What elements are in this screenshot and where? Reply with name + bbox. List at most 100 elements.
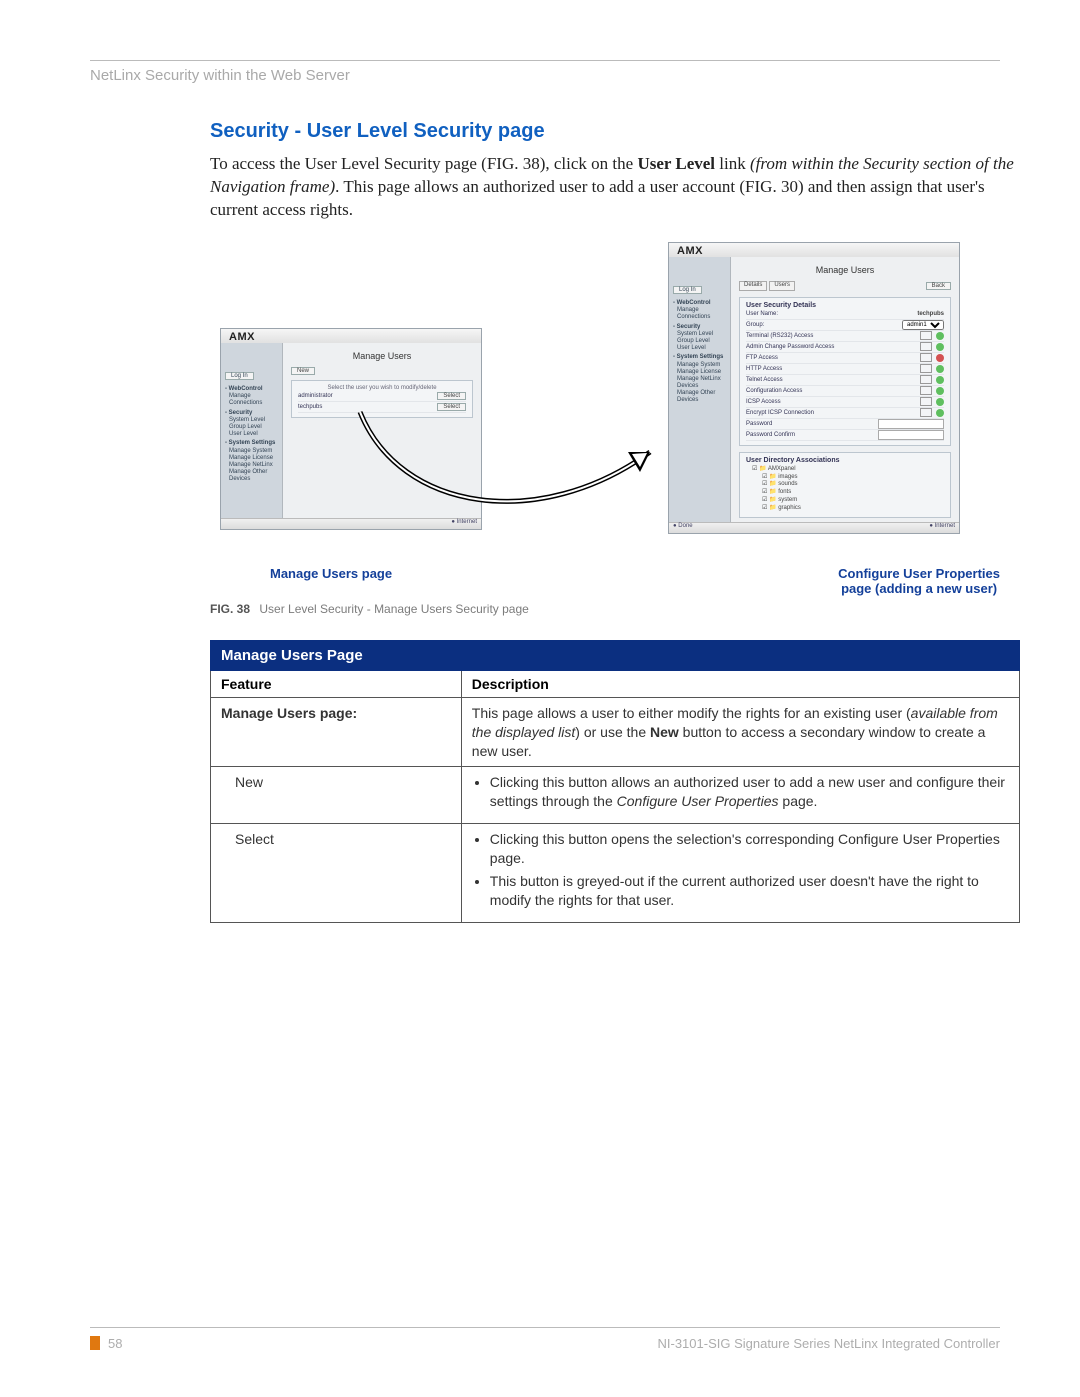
status-text: Done	[678, 523, 692, 529]
sidebar-item[interactable]: User Level	[225, 431, 278, 438]
sidebar-item[interactable]: System Level	[225, 417, 278, 424]
txt-bold: User Level	[637, 154, 715, 173]
sidebar-item[interactable]: Manage NetLinx	[225, 462, 278, 469]
sidebar-item[interactable]: Manage NetLinx Devices	[673, 376, 726, 390]
sidebar-item[interactable]: Manage Connections	[225, 393, 278, 407]
tree-item[interactable]: ☑ 📁 graphics	[752, 505, 944, 513]
sidebar-item-webcontrol[interactable]: - WebControl	[225, 386, 278, 393]
panel-heading: User Directory Associations	[746, 457, 944, 464]
table-row: Manage Users page: This page allows a us…	[211, 697, 1020, 767]
sidebar-item[interactable]: Manage Other Devices	[673, 390, 726, 404]
select-button[interactable]: Select	[437, 392, 466, 400]
nav-sidebar: Log In - WebControl Manage Connections -…	[669, 257, 731, 523]
sidebar-item[interactable]: System Level	[673, 331, 726, 338]
sidebar-item[interactable]: Group Level	[225, 424, 278, 431]
tab-details[interactable]: Details	[739, 281, 767, 291]
description-cell: Clicking this button opens the selection…	[461, 824, 1019, 923]
directory-assoc-panel: User Directory Associations ☑ 📁 AMXpanel…	[739, 452, 951, 518]
access-row: Terminal (RS232) Access	[746, 331, 944, 342]
txt: To access the User Level Security page (…	[210, 154, 637, 173]
checkbox[interactable]	[920, 375, 932, 384]
group-select[interactable]: admin1	[902, 320, 944, 330]
amx-logo: AMX	[229, 331, 255, 343]
txt: New	[221, 773, 451, 792]
content-column: Security - User Level Security page To a…	[210, 120, 1020, 923]
tree-item[interactable]: ☑ 📁 AMXpanel	[752, 466, 944, 474]
tree-label: graphics	[778, 505, 801, 511]
new-button[interactable]: New	[291, 367, 315, 375]
field-label: User Name:	[746, 311, 917, 317]
tree-item[interactable]: ☑ 📁 system	[752, 497, 944, 505]
sidebar-item[interactable]: Manage System	[673, 362, 726, 369]
status-indicator-icon	[936, 332, 944, 340]
select-button[interactable]: Select	[437, 403, 466, 411]
access-row: ICSP Access	[746, 397, 944, 408]
titlebar	[221, 329, 481, 344]
tree-item[interactable]: ☑ 📁 fonts	[752, 489, 944, 497]
sidebar-item-webcontrol[interactable]: - WebControl	[673, 300, 726, 307]
table-title: Manage Users Page	[211, 640, 1020, 670]
sidebar-item[interactable]: Manage System	[225, 448, 278, 455]
nav-sidebar: Log In - WebControl Manage Connections -…	[221, 343, 283, 519]
field-row: User Name: techpubs	[746, 309, 944, 320]
sidebar-item[interactable]: Manage Other Devices	[225, 469, 278, 483]
txt: Manage Users page:	[221, 705, 357, 721]
sidebar-item-security[interactable]: - Security	[673, 324, 726, 331]
sidebar-item-security[interactable]: - Security	[225, 410, 278, 417]
back-button[interactable]: Back	[926, 282, 951, 290]
tree-label: fonts	[778, 489, 791, 495]
user-name: techpubs	[298, 404, 437, 410]
checkbox[interactable]	[920, 353, 932, 362]
figure-label-right: Configure User Properties page (adding a…	[838, 566, 1000, 596]
checkbox[interactable]	[920, 408, 932, 417]
password-confirm-input[interactable]	[878, 430, 944, 440]
login-button[interactable]: Log In	[225, 372, 254, 380]
field-value: techpubs	[917, 311, 944, 317]
password-input[interactable]	[878, 419, 944, 429]
checkbox[interactable]	[920, 331, 932, 340]
tab-users[interactable]: Users	[769, 281, 795, 291]
list-item: Clicking this button opens the selection…	[490, 830, 1009, 868]
page-number-block: 58	[90, 1336, 122, 1351]
list-item: Clicking this button allows an authorize…	[490, 773, 1009, 811]
checkbox[interactable]	[920, 364, 932, 373]
login-button[interactable]: Log In	[673, 286, 702, 294]
amx-logo: AMX	[677, 245, 703, 257]
tree-label: sounds	[778, 481, 797, 487]
access-label: FTP Access	[746, 355, 916, 361]
field-row: Password Confirm	[746, 430, 944, 441]
feature-cell: Select	[211, 824, 462, 923]
sidebar-item-syssettings[interactable]: - System Settings	[673, 354, 726, 361]
status-indicator-icon	[936, 365, 944, 373]
page: NetLinx Security within the Web Server S…	[0, 0, 1080, 1397]
figure-number: FIG. 38	[210, 602, 250, 616]
status-indicator-icon	[936, 398, 944, 406]
window-heading: Manage Users	[739, 265, 951, 275]
sidebar-item[interactable]: Group Level	[673, 338, 726, 345]
statusbar: ● Done● Internet	[669, 522, 959, 533]
tree-label: AMXpanel	[768, 466, 796, 472]
figure-labels: Manage Users page Configure User Propert…	[270, 566, 1000, 596]
txt: link	[715, 154, 750, 173]
access-label: Configuration Access	[746, 388, 916, 394]
sidebar-item-syssettings[interactable]: - System Settings	[225, 440, 278, 447]
sidebar-item[interactable]: User Level	[673, 345, 726, 352]
field-label: Password	[746, 421, 878, 427]
access-row: Admin Change Password Access	[746, 342, 944, 353]
field-label: Password Confirm	[746, 432, 878, 438]
sidebar-item[interactable]: Manage Connections	[673, 307, 726, 321]
access-row: Encrypt ICSP Connection	[746, 408, 944, 419]
description-cell: This page allows a user to either modify…	[461, 697, 1019, 767]
feature-cell: Manage Users page:	[211, 697, 462, 767]
screenshot-user-properties: AMX Log In - WebControl Manage Connectio…	[668, 242, 960, 534]
sidebar-item[interactable]: Manage License	[225, 455, 278, 462]
sidebar-item[interactable]: Manage License	[673, 369, 726, 376]
user-list-panel: Select the user you wish to modify/delet…	[291, 380, 473, 418]
checkbox[interactable]	[920, 386, 932, 395]
section-title: Security - User Level Security page	[210, 120, 1020, 143]
checkbox[interactable]	[920, 397, 932, 406]
col-header-description: Description	[461, 670, 1019, 697]
checkbox[interactable]	[920, 342, 932, 351]
feature-table: Manage Users Page Feature Description Ma…	[210, 640, 1020, 923]
tree-label: system	[778, 497, 797, 503]
